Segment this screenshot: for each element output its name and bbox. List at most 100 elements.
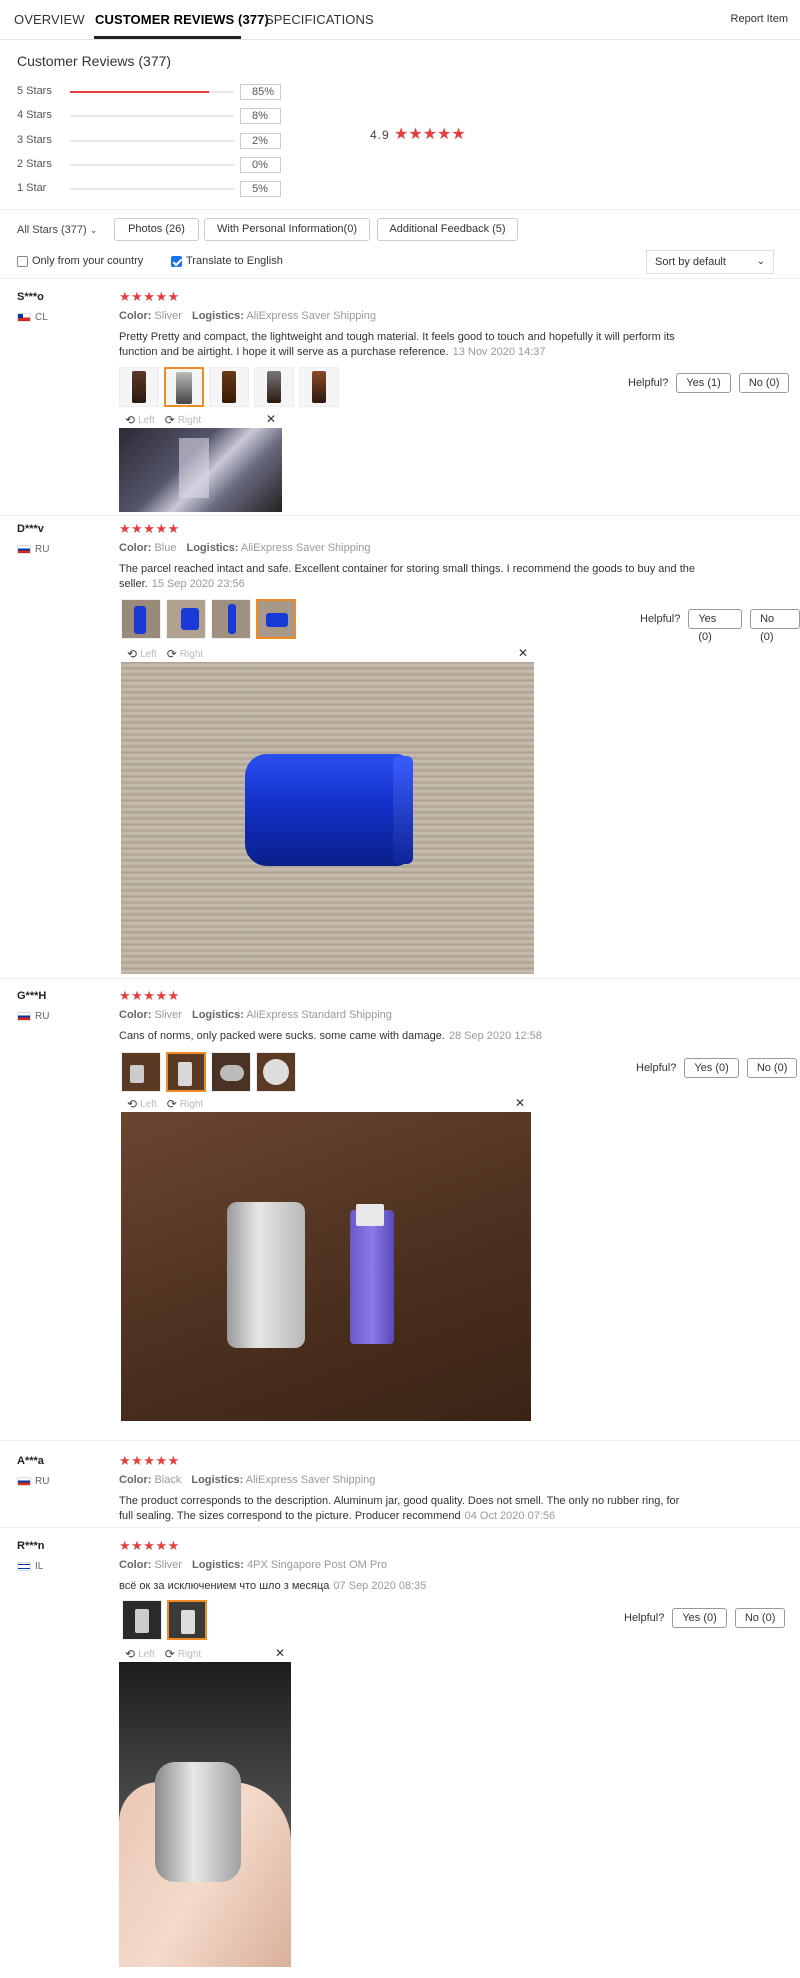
color-value: Sliver — [154, 1559, 182, 1571]
review-text-line: full sealing. The sizes correspond to th… — [119, 1510, 461, 1522]
helpful-votes: Helpful? Yes (0) No (0) — [636, 1058, 798, 1078]
review-stars: ★★★★★ — [119, 988, 180, 1003]
rotate-left-button[interactable]: ⟲ Left — [125, 413, 155, 427]
rotate-right-button[interactable]: ⟳ Right — [165, 1647, 201, 1661]
photos-filter-button[interactable]: Photos (26) — [114, 218, 199, 241]
review-date: 07 Sep 2020 08:35 — [333, 1580, 427, 1592]
close-icon[interactable]: ✕ — [518, 646, 528, 660]
review-photo-thumbnails — [121, 1052, 296, 1092]
rating-row-4[interactable]: 4 Stars 8% — [17, 108, 287, 124]
report-item-link[interactable]: Report Item — [731, 13, 788, 25]
review-photo-thumb[interactable] — [167, 1600, 207, 1640]
review-photo-thumb[interactable] — [119, 367, 159, 407]
review-text-line: The parcel reached intact and safe. Exce… — [119, 563, 695, 575]
reviewer-country: RU — [17, 1011, 49, 1022]
close-icon[interactable]: ✕ — [275, 1646, 285, 1660]
tab-overview[interactable]: OVERVIEW — [14, 12, 85, 27]
rating-row-2[interactable]: 2 Stars 0% — [17, 157, 287, 173]
rotate-right-label: Right — [177, 414, 202, 426]
country-code: CL — [35, 312, 48, 323]
rotate-left-button[interactable]: ⟲ Left — [125, 1647, 155, 1661]
sort-dropdown[interactable]: Sort by default ⌄ — [646, 250, 774, 274]
review-photo-thumb[interactable] — [121, 599, 161, 639]
helpful-votes: Helpful? Yes (1) No (0) — [628, 373, 790, 393]
helpful-no-button[interactable]: No (0) — [746, 1058, 798, 1078]
helpful-label: Helpful? — [636, 1062, 677, 1074]
jar-photo — [135, 1609, 149, 1633]
jar-photo — [267, 371, 281, 403]
helpful-yes-button[interactable]: Yes (0) — [672, 1608, 727, 1628]
additional-feedback-filter-button[interactable]: Additional Feedback (5) — [377, 218, 518, 241]
reviewer-country: RU — [17, 544, 49, 555]
rating-bar — [70, 91, 234, 93]
rotate-right-icon: ⟳ — [166, 647, 177, 661]
review-photo-thumb[interactable] — [256, 1052, 296, 1092]
jar-photo — [227, 1202, 305, 1348]
country-code: RU — [35, 1011, 50, 1022]
top-nav: OVERVIEW CUSTOMER REVIEWS (377) SPECIFIC… — [0, 0, 800, 40]
only-country-checkbox[interactable]: Only from your country — [17, 255, 143, 267]
helpful-no-button[interactable]: No (0) — [738, 373, 790, 393]
photo-viewer-toolbar: ⟲ Left ⟳ Right ✕ — [119, 412, 282, 428]
review-photo-thumb[interactable] — [254, 367, 294, 407]
rotate-right-button[interactable]: ⟳ Right — [167, 647, 203, 661]
russia-flag-icon — [17, 1012, 31, 1021]
review-meta: Color: Black Logistics: AliExpress Saver … — [119, 1474, 375, 1486]
jar-photo — [222, 371, 236, 403]
tab-customer-reviews[interactable]: CUSTOMER REVIEWS (377) — [95, 12, 269, 27]
review-photo-thumb[interactable] — [122, 1600, 162, 1640]
rotate-left-icon: ⟲ — [125, 1647, 136, 1661]
color-value: Blue — [154, 542, 177, 554]
helpful-label: Helpful? — [624, 1612, 665, 1624]
country-code: IL — [35, 1561, 44, 1572]
rating-bar — [70, 188, 234, 190]
jar-photo — [228, 604, 236, 634]
helpful-yes-button[interactable]: Yes (0) — [688, 609, 743, 643]
helpful-no-button[interactable]: No (0) — [750, 609, 800, 643]
rating-row-5[interactable]: 5 Stars 85% — [17, 84, 287, 100]
helpful-yes-button[interactable]: Yes (0) — [684, 1058, 739, 1078]
all-stars-dropdown[interactable]: All Stars (377) ⌄ — [17, 224, 97, 236]
rotate-right-button[interactable]: ⟳ Right — [167, 1097, 203, 1111]
logistics-value: AliExpress Saver Shipping — [240, 542, 371, 554]
review-stars: ★★★★★ — [119, 289, 180, 304]
photo-viewer-toolbar: ⟲ Left ⟳ Right ✕ — [121, 1096, 531, 1112]
rating-bar — [70, 164, 234, 166]
close-icon[interactable]: ✕ — [266, 412, 276, 426]
review-photo-thumb[interactable] — [211, 599, 251, 639]
translate-checkbox[interactable]: Translate to English — [171, 255, 283, 267]
rotate-right-label: Right — [179, 1098, 204, 1110]
review-photo-thumb[interactable] — [164, 367, 204, 407]
russia-flag-icon — [17, 545, 31, 554]
reviewer-name: D***v — [17, 523, 44, 535]
chevron-down-icon: ⌄ — [89, 225, 98, 235]
review-photo-thumb[interactable] — [166, 1052, 206, 1092]
helpful-no-button[interactable]: No (0) — [734, 1608, 786, 1628]
rating-row-3[interactable]: 3 Stars 2% — [17, 133, 287, 149]
review-photo-thumb[interactable] — [121, 1052, 161, 1092]
checkbox-unchecked-icon — [17, 255, 28, 267]
review-photo-thumb[interactable] — [256, 599, 296, 639]
rotate-right-icon: ⟳ — [164, 413, 175, 427]
rating-row-1[interactable]: 1 Star 5% — [17, 181, 287, 197]
review-meta: Color: Sliver Logistics: AliExpress Saver… — [119, 310, 376, 322]
review-date: 28 Sep 2020 12:58 — [448, 1030, 542, 1042]
review-photo-thumb[interactable] — [209, 367, 249, 407]
personal-info-filter-button[interactable]: With Personal Information(0) — [204, 218, 370, 241]
review-photo-thumb[interactable] — [299, 367, 339, 407]
review-text: The parcel reached intact and safe. Exce… — [119, 562, 709, 592]
review-photo-thumb[interactable] — [166, 599, 206, 639]
rotate-left-button[interactable]: ⟲ Left — [127, 1097, 157, 1111]
review-meta: Color: Sliver Logistics: AliExpress Stand… — [119, 1009, 392, 1021]
logistics-value: AliExpress Saver Shipping — [245, 1474, 376, 1486]
helpful-yes-button[interactable]: Yes (1) — [676, 373, 731, 393]
jar-photo — [312, 371, 326, 403]
rating-percent: 5% — [240, 181, 281, 197]
rotate-left-button[interactable]: ⟲ Left — [127, 647, 157, 661]
review-photo-thumb[interactable] — [211, 1052, 251, 1092]
close-icon[interactable]: ✕ — [515, 1096, 525, 1110]
translate-label: Translate to English — [186, 255, 283, 267]
color-label: Color: — [119, 310, 152, 322]
tab-specifications[interactable]: SPECIFICATIONS — [265, 12, 374, 27]
rotate-right-button[interactable]: ⟳ Right — [165, 413, 201, 427]
